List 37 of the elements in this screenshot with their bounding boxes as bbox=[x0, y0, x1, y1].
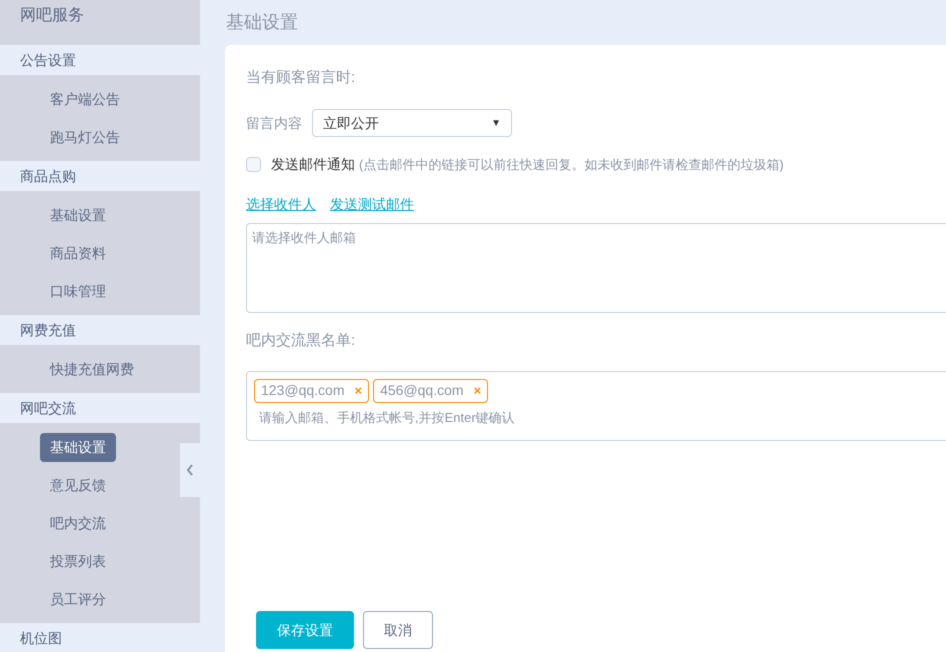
email-notify-checkbox[interactable] bbox=[246, 157, 261, 172]
remove-tag-button[interactable]: × bbox=[354, 380, 362, 400]
sidebar-item[interactable]: 基础设置 bbox=[40, 200, 116, 230]
page-title: 基础设置 bbox=[226, 11, 298, 34]
save-button[interactable]: 保存设置 bbox=[256, 611, 354, 649]
sidebar-title: 网吧服务 bbox=[20, 6, 84, 26]
blacklist-input[interactable]: 请输入邮箱、手机格式帐号,并按Enter键确认 bbox=[254, 406, 946, 428]
email-notify-hint: (点击邮件中的链接可以前往快速回复。如未收到邮件请检查邮件的垃圾箱) bbox=[359, 156, 784, 174]
sidebar-item[interactable]: 口味管理 bbox=[40, 276, 116, 306]
sidebar-item[interactable]: 商品资料 bbox=[40, 238, 116, 268]
sidebar-group-label[interactable]: 商品点购 bbox=[20, 166, 76, 186]
sidebar-group-label[interactable]: 网吧交流 bbox=[20, 398, 76, 418]
sidebar-group-label[interactable]: 机位图 bbox=[20, 628, 62, 648]
sidebar-item[interactable]: 意见反馈 bbox=[40, 470, 116, 500]
message-select[interactable]: 立即公开 ▼ bbox=[312, 109, 512, 137]
field-label: 留言内容 bbox=[246, 114, 302, 132]
chevron-left-icon bbox=[186, 464, 194, 476]
sidebar-item[interactable]: 投票列表 bbox=[40, 546, 116, 576]
email-tag: 456@qq.com × bbox=[373, 378, 488, 402]
sidebar-item[interactable]: 员工评分 bbox=[40, 584, 116, 614]
blacklist-field[interactable]: 123@qq.com × 456@qq.com × 请输入邮箱、手机格式帐号,并按Enter键确认 bbox=[246, 370, 946, 440]
sidebar-item[interactable]: 客户端公告 bbox=[40, 84, 130, 114]
link[interactable]: 选择收件人 bbox=[246, 194, 316, 215]
recipients-field[interactable]: 请选择收件人邮箱 bbox=[246, 223, 946, 313]
sidebar-group-label[interactable]: 网费充值 bbox=[20, 320, 76, 340]
sidebar-group-label[interactable]: 公告设置 bbox=[20, 50, 76, 70]
sidebar-item[interactable]: 基础设置 bbox=[40, 432, 116, 462]
section-heading: 吧内交流黑名单: bbox=[246, 331, 356, 351]
email-tag: 123@qq.com × bbox=[254, 378, 370, 402]
sidebar-item[interactable]: 吧内交流 bbox=[40, 508, 116, 538]
email-notify-label: 发送邮件通知 bbox=[271, 155, 355, 174]
link[interactable]: 发送测试邮件 bbox=[330, 194, 414, 215]
sidebar-item[interactable]: 跑马灯公告 bbox=[40, 122, 130, 152]
section-heading: 当有顾客留言时: bbox=[246, 68, 356, 88]
remove-tag-button[interactable]: × bbox=[474, 380, 482, 400]
collapse-sidebar-button[interactable] bbox=[180, 443, 200, 497]
cancel-button[interactable]: 取消 bbox=[363, 611, 433, 649]
